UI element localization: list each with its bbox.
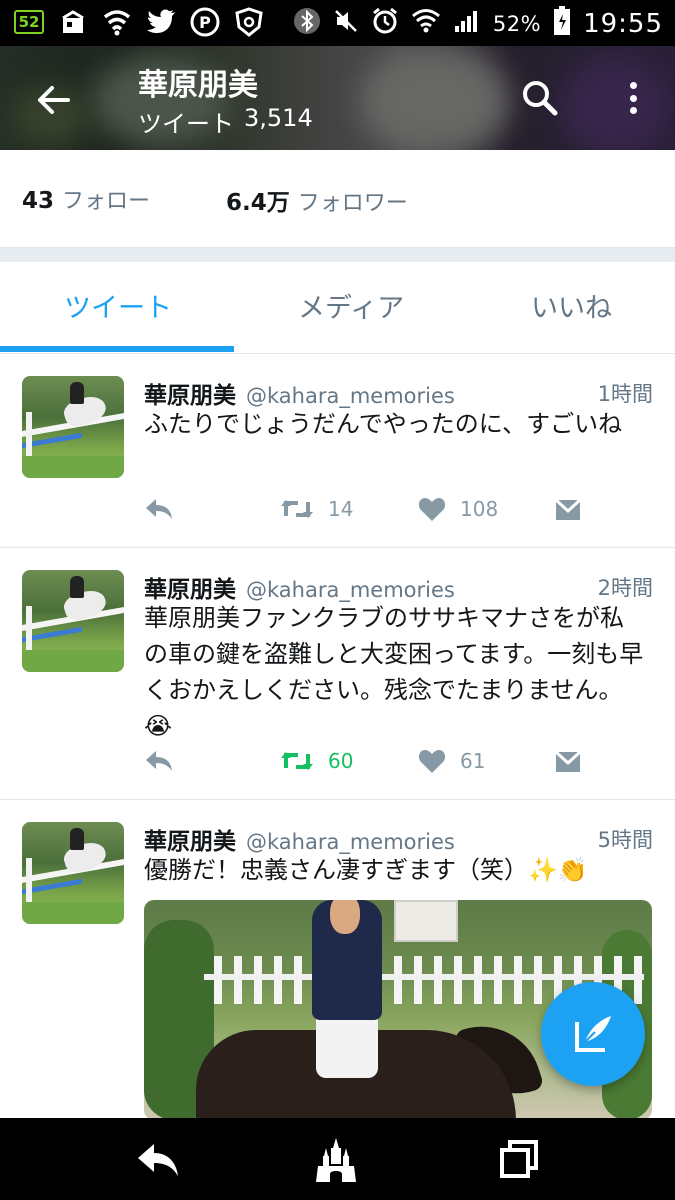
search-button[interactable] xyxy=(520,78,560,118)
followers-link[interactable]: 6.4万 フォロワー xyxy=(226,183,408,217)
recent-apps-icon xyxy=(500,1140,538,1178)
tweet-author-handle: @kahara_memories xyxy=(246,578,455,602)
reply-icon xyxy=(146,751,172,771)
follow-stats: 43 フォロー 6.4万 フォロワー xyxy=(0,150,675,248)
castle-home-icon xyxy=(316,1138,356,1182)
tweet-timestamp: 5時間 xyxy=(597,828,653,852)
retweet-button[interactable]: 14 xyxy=(280,496,353,522)
twitter-bird-icon xyxy=(146,7,176,37)
cell-signal-icon xyxy=(453,8,481,40)
retweet-button[interactable]: 60 xyxy=(280,748,353,774)
tab-tweets[interactable]: ツイート xyxy=(64,286,172,325)
tab-likes[interactable]: いいね xyxy=(531,286,612,325)
tweet-actions: 14 108 xyxy=(144,496,584,532)
avatar[interactable] xyxy=(22,822,124,924)
heart-icon xyxy=(418,750,446,773)
like-button[interactable]: 61 xyxy=(418,748,485,774)
retweet-icon xyxy=(281,500,313,518)
envelope-icon xyxy=(554,750,582,772)
profile-header: 華原朋美 ツイート 3,514 xyxy=(0,46,675,150)
tab-media[interactable]: メディア xyxy=(298,286,404,325)
nav-recents-button[interactable] xyxy=(496,1136,544,1184)
avatar[interactable] xyxy=(22,376,124,478)
back-button[interactable] xyxy=(34,80,74,120)
overflow-dot xyxy=(629,107,637,114)
tweet-author-handle: @kahara_memories xyxy=(246,830,455,854)
like-count: 61 xyxy=(460,749,486,773)
mute-icon xyxy=(333,8,359,40)
tweet-count: ツイート 3,514 xyxy=(138,104,313,139)
tweet-author-name[interactable]: 華原朋美 xyxy=(144,570,236,604)
tweet-text: 優勝だ！忠義さん凄すぎます（笑）✨👏 xyxy=(144,856,588,884)
section-divider xyxy=(0,248,675,262)
direct-message-button[interactable] xyxy=(554,748,582,774)
notification-count-badge: 52 xyxy=(14,10,44,34)
nav-back-button[interactable] xyxy=(134,1136,182,1184)
direct-message-button[interactable] xyxy=(554,496,582,522)
tweet-count-value: 3,514 xyxy=(244,104,313,132)
tweet-author-handle: @kahara_memories xyxy=(246,384,455,408)
wifi-signal-icon xyxy=(411,8,441,40)
status-bar: 52 P 52% 19:55 xyxy=(0,0,675,46)
heart-icon xyxy=(418,498,446,521)
bluetooth-icon xyxy=(293,7,321,41)
p-app-icon: P xyxy=(190,7,220,37)
followers-count: 6.4万 xyxy=(226,190,290,216)
shield-app-icon xyxy=(234,7,264,37)
profile-tabs: ツイート メディア いいね xyxy=(0,262,675,354)
svg-text:P: P xyxy=(199,13,211,32)
system-navigation-bar xyxy=(0,1118,675,1200)
clock: 19:55 xyxy=(583,9,663,39)
nav-home-button[interactable] xyxy=(312,1136,360,1184)
search-icon xyxy=(523,81,558,116)
following-link[interactable]: 43 フォロー xyxy=(22,183,150,215)
compose-feather-icon xyxy=(575,1016,611,1052)
battery-icon xyxy=(553,6,571,42)
tweet-header: 華原朋美 @kahara_memories xyxy=(144,376,455,410)
overflow-dot xyxy=(629,82,637,89)
wifi-app-icon xyxy=(102,7,132,37)
following-label: フォロー xyxy=(62,189,151,214)
active-tab-indicator xyxy=(0,346,234,352)
like-button[interactable]: 108 xyxy=(418,496,498,522)
retweet-icon xyxy=(281,752,313,770)
back-arrow-icon xyxy=(138,1144,178,1176)
reply-button[interactable] xyxy=(144,748,174,774)
avatar[interactable] xyxy=(22,570,124,672)
tweet-actions: 60 61 xyxy=(144,748,584,784)
tweet-count-label: ツイート xyxy=(138,110,234,138)
compose-tweet-button[interactable] xyxy=(541,982,645,1086)
tweet-author-name[interactable]: 華原朋美 xyxy=(144,822,236,856)
tweet-text: 華原朋美ファンクラブのササキマナさをが私の車の鍵を盗難しと大変困ってます。一刻も… xyxy=(144,604,644,740)
tweet-header: 華原朋美 @kahara_memories xyxy=(144,822,455,856)
reply-button[interactable] xyxy=(144,496,174,522)
retweet-count: 14 xyxy=(328,497,354,521)
envelope-icon xyxy=(554,498,582,520)
overflow-dot xyxy=(629,94,637,102)
following-count: 43 xyxy=(22,188,55,214)
battery-percent: 52% xyxy=(492,12,542,36)
tweet-text: ふたりでじょうだんでやったのに、すごいね xyxy=(144,410,623,438)
tweet-header: 華原朋美 @kahara_memories xyxy=(144,570,455,604)
like-count: 108 xyxy=(460,497,499,521)
box-app-icon xyxy=(58,7,88,37)
more-options-button[interactable] xyxy=(616,78,650,118)
tweet-item[interactable]: 華原朋美 @kahara_memories 2時間 華原朋美ファンクラブのササキ… xyxy=(0,548,675,800)
retweet-count: 60 xyxy=(328,749,354,773)
profile-name: 華原朋美 xyxy=(138,68,258,103)
arrow-left-icon xyxy=(38,86,70,114)
followers-label: フォロワー xyxy=(297,191,408,216)
tweet-timestamp: 1時間 xyxy=(597,382,653,406)
tweet-author-name[interactable]: 華原朋美 xyxy=(144,376,236,410)
reply-icon xyxy=(146,499,172,519)
tweet-timestamp: 2時間 xyxy=(597,576,653,600)
tweet-item[interactable]: 華原朋美 @kahara_memories 1時間 ふたりでじょうだんでやったの… xyxy=(0,354,675,548)
alarm-icon xyxy=(371,7,399,41)
